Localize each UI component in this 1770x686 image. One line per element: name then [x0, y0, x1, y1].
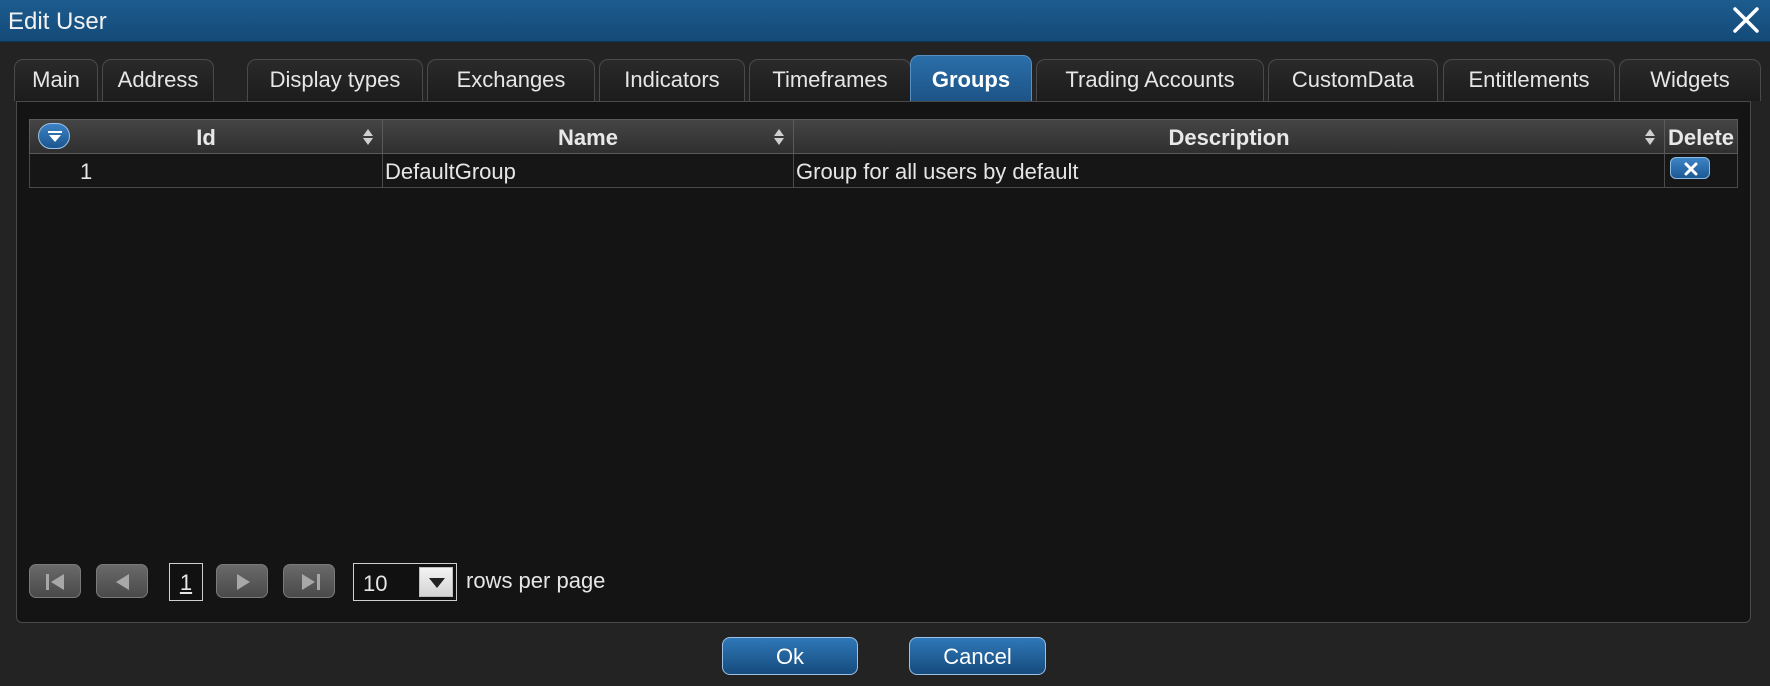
ok-button[interactable]: Ok	[722, 637, 858, 675]
column-label-description: Description	[1168, 125, 1290, 150]
tab-timeframes[interactable]: Timeframes	[749, 59, 911, 101]
tab-groups[interactable]: Groups	[910, 55, 1032, 101]
cell-delete	[1665, 154, 1737, 187]
first-page-button[interactable]	[29, 564, 81, 598]
next-page-button[interactable]	[216, 564, 268, 598]
tab-entitlements[interactable]: Entitlements	[1443, 59, 1615, 101]
tab-exchanges[interactable]: Exchanges	[427, 59, 595, 101]
edit-user-dialog: Edit User Main Address Display types Exc…	[0, 0, 1770, 686]
delete-x-icon	[1684, 162, 1698, 176]
chevron-down-icon	[429, 578, 445, 588]
sort-icon[interactable]	[1644, 127, 1656, 147]
cell-id: 1	[30, 154, 383, 187]
tab-display-types[interactable]: Display types	[247, 59, 423, 101]
dropdown-arrow-button[interactable]	[419, 567, 453, 597]
table-row[interactable]: 1 DefaultGroup Group for all users by de…	[29, 154, 1738, 188]
close-icon[interactable]	[1728, 2, 1764, 38]
tab-trading-accounts[interactable]: Trading Accounts	[1036, 59, 1264, 101]
next-page-icon	[237, 574, 250, 590]
rows-per-page-select[interactable]: 10	[353, 563, 457, 601]
first-page-icon	[46, 574, 64, 590]
title-bar: Edit User	[0, 0, 1770, 42]
dialog-title: Edit User	[8, 8, 107, 35]
sort-icon[interactable]	[773, 127, 785, 147]
column-label-delete: Delete	[1667, 125, 1735, 150]
rows-per-page-label: rows per page	[466, 568, 606, 593]
grid-header: Id Name Description Delete	[29, 119, 1738, 154]
column-header-delete: Delete	[1665, 120, 1737, 153]
rows-per-page-value: 10	[363, 571, 388, 596]
cell-description: Group for all users by default	[794, 154, 1665, 187]
column-label-id: Id	[196, 125, 216, 150]
cancel-button[interactable]: Cancel	[909, 637, 1046, 675]
groups-panel: Id Name Description Delete 1 DefaultGrou…	[16, 101, 1751, 623]
last-page-button[interactable]	[283, 564, 335, 598]
tab-widgets[interactable]: Widgets	[1619, 59, 1761, 101]
pager: 1 10 rows per page	[29, 560, 729, 601]
column-header-name[interactable]: Name	[383, 120, 794, 153]
sort-icon[interactable]	[362, 127, 374, 147]
tab-address[interactable]: Address	[102, 59, 214, 101]
column-label-name: Name	[558, 125, 618, 150]
current-page-number[interactable]: 1	[169, 563, 203, 601]
previous-page-icon	[116, 574, 129, 590]
previous-page-button[interactable]	[96, 564, 148, 598]
filter-icon[interactable]	[38, 123, 70, 149]
delete-row-button[interactable]	[1670, 157, 1710, 179]
tab-customdata[interactable]: CustomData	[1268, 59, 1438, 101]
last-page-icon	[302, 574, 320, 590]
column-header-description[interactable]: Description	[794, 120, 1665, 153]
tab-bar: Main Address Display types Exchanges Ind…	[14, 55, 1762, 101]
cell-name: DefaultGroup	[383, 154, 794, 187]
tab-indicators[interactable]: Indicators	[599, 59, 745, 101]
tab-main[interactable]: Main	[14, 59, 98, 101]
column-header-id[interactable]: Id	[30, 120, 383, 153]
